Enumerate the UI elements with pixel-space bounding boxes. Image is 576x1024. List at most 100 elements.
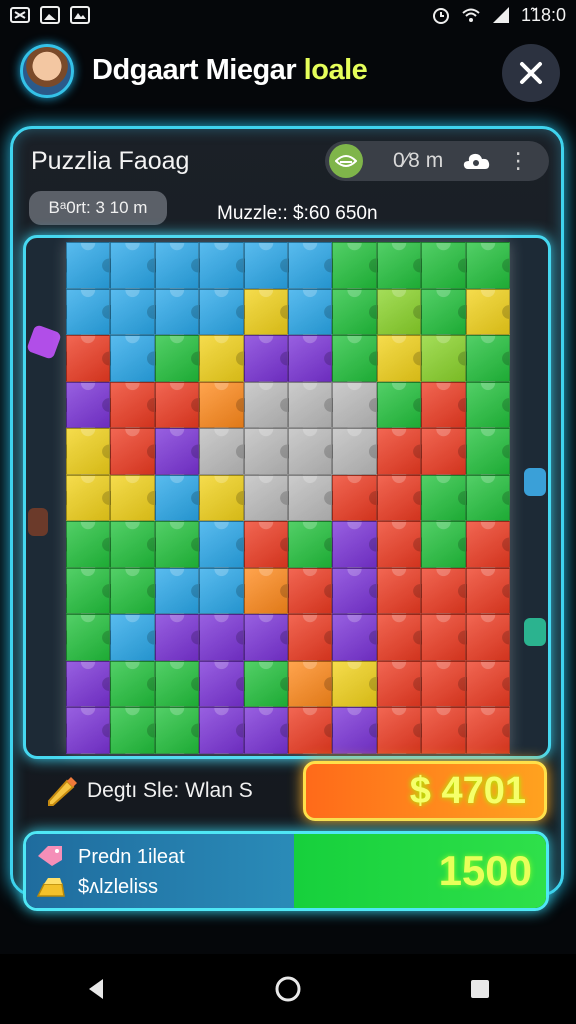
puzzle-tile[interactable] bbox=[154, 521, 200, 568]
puzzle-tile[interactable] bbox=[66, 614, 111, 661]
puzzle-tile[interactable] bbox=[154, 428, 200, 475]
puzzle-tile[interactable] bbox=[376, 567, 422, 615]
puzzle-tile[interactable] bbox=[332, 567, 377, 615]
user-avatar[interactable] bbox=[20, 44, 74, 98]
puzzle-tile[interactable] bbox=[465, 707, 510, 754]
puzzle-tile[interactable] bbox=[66, 707, 111, 754]
puzzle-tile[interactable] bbox=[66, 474, 111, 522]
puzzle-tile[interactable] bbox=[243, 707, 288, 754]
puzzle-tile[interactable] bbox=[154, 660, 200, 708]
puzzle-tile[interactable] bbox=[154, 335, 200, 382]
puzzle-tile[interactable] bbox=[421, 660, 466, 708]
puzzle-tile[interactable] bbox=[199, 614, 244, 661]
puzzle-tile[interactable] bbox=[110, 521, 155, 568]
puzzle-board[interactable] bbox=[66, 242, 510, 754]
puzzle-tile[interactable] bbox=[199, 335, 244, 382]
puzzle-tile[interactable] bbox=[288, 567, 333, 615]
puzzle-tile[interactable] bbox=[243, 288, 288, 336]
puzzle-tile[interactable] bbox=[154, 707, 200, 754]
back-button[interactable] bbox=[78, 971, 114, 1007]
puzzle-tile[interactable] bbox=[288, 707, 333, 754]
eye-button[interactable] bbox=[329, 144, 363, 178]
puzzle-tile[interactable] bbox=[376, 428, 422, 475]
puzzle-tile[interactable] bbox=[376, 335, 422, 382]
puzzle-tile[interactable] bbox=[110, 474, 155, 522]
puzzle-tile[interactable] bbox=[154, 242, 200, 289]
puzzle-tile[interactable] bbox=[376, 242, 422, 289]
puzzle-tile[interactable] bbox=[332, 707, 377, 754]
puzzle-tile[interactable] bbox=[110, 567, 155, 615]
puzzle-tile[interactable] bbox=[110, 335, 155, 382]
puzzle-tile[interactable] bbox=[110, 660, 155, 708]
puzzle-tile[interactable] bbox=[66, 288, 111, 336]
puzzle-tile[interactable] bbox=[199, 381, 244, 429]
puzzle-tile[interactable] bbox=[288, 242, 333, 289]
more-icon[interactable]: ⋮ bbox=[507, 150, 529, 172]
puzzle-tile[interactable] bbox=[332, 614, 377, 661]
puzzle-tile[interactable] bbox=[288, 428, 333, 475]
puzzle-tile[interactable] bbox=[288, 288, 333, 336]
promo-banner[interactable]: Predn 1ileat $ʌlzleliss 1500 bbox=[23, 831, 549, 911]
puzzle-tile[interactable] bbox=[376, 614, 422, 661]
puzzle-tile[interactable] bbox=[288, 660, 333, 708]
puzzle-tile[interactable] bbox=[243, 242, 288, 289]
puzzle-tile[interactable] bbox=[332, 335, 377, 382]
puzzle-tile[interactable] bbox=[199, 428, 244, 475]
puzzle-tile[interactable] bbox=[288, 614, 333, 661]
price-box[interactable]: $ 4701 bbox=[303, 761, 547, 821]
loose-piece[interactable] bbox=[524, 618, 546, 646]
puzzle-tile[interactable] bbox=[110, 428, 155, 475]
puzzle-tile[interactable] bbox=[421, 381, 466, 429]
puzzle-tile[interactable] bbox=[421, 567, 466, 615]
puzzle-tile[interactable] bbox=[332, 288, 377, 336]
puzzle-tile[interactable] bbox=[376, 521, 422, 568]
puzzle-tile[interactable] bbox=[376, 474, 422, 522]
close-button[interactable] bbox=[502, 44, 560, 102]
puzzle-tile[interactable] bbox=[465, 521, 510, 568]
puzzle-tile[interactable] bbox=[421, 288, 466, 336]
puzzle-tile[interactable] bbox=[154, 381, 200, 429]
puzzle-tile[interactable] bbox=[421, 521, 466, 568]
puzzle-tile[interactable] bbox=[288, 521, 333, 568]
puzzle-tile[interactable] bbox=[154, 474, 200, 522]
puzzle-tile[interactable] bbox=[154, 567, 200, 615]
loose-piece[interactable] bbox=[524, 468, 546, 496]
puzzle-tile[interactable] bbox=[465, 474, 510, 522]
puzzle-tile[interactable] bbox=[66, 381, 111, 429]
puzzle-tile[interactable] bbox=[154, 614, 200, 661]
loose-piece[interactable] bbox=[28, 508, 48, 536]
puzzle-tile[interactable] bbox=[332, 521, 377, 568]
puzzle-tile[interactable] bbox=[288, 381, 333, 429]
puzzle-tile[interactable] bbox=[465, 660, 510, 708]
puzzle-tile[interactable] bbox=[465, 242, 510, 289]
puzzle-tile[interactable] bbox=[421, 474, 466, 522]
puzzle-tile[interactable] bbox=[421, 707, 466, 754]
puzzle-tile[interactable] bbox=[465, 428, 510, 475]
puzzle-tile[interactable] bbox=[243, 381, 288, 429]
puzzle-tile[interactable] bbox=[332, 381, 377, 429]
puzzle-tile[interactable] bbox=[332, 242, 377, 289]
puzzle-tile[interactable] bbox=[199, 242, 244, 289]
puzzle-tile[interactable] bbox=[332, 474, 377, 522]
puzzle-tile[interactable] bbox=[199, 660, 244, 708]
puzzle-tile[interactable] bbox=[465, 614, 510, 661]
puzzle-tile[interactable] bbox=[199, 521, 244, 568]
puzzle-tile[interactable] bbox=[110, 614, 155, 661]
puzzle-tile[interactable] bbox=[110, 288, 155, 336]
puzzle-tile[interactable] bbox=[66, 428, 111, 475]
puzzle-tile[interactable] bbox=[465, 288, 510, 336]
puzzle-tile[interactable] bbox=[421, 428, 466, 475]
puzzle-tile[interactable] bbox=[243, 428, 288, 475]
puzzle-tile[interactable] bbox=[465, 335, 510, 382]
puzzle-tile[interactable] bbox=[243, 567, 288, 615]
loose-piece[interactable] bbox=[26, 324, 62, 360]
puzzle-tile[interactable] bbox=[199, 707, 244, 754]
puzzle-tile[interactable] bbox=[66, 335, 111, 382]
puzzle-tile[interactable] bbox=[243, 335, 288, 382]
puzzle-tile[interactable] bbox=[66, 242, 111, 289]
puzzle-tile[interactable] bbox=[421, 335, 466, 382]
puzzle-tile[interactable] bbox=[332, 428, 377, 475]
puzzle-tile[interactable] bbox=[110, 381, 155, 429]
puzzle-tile[interactable] bbox=[243, 474, 288, 522]
puzzle-tile[interactable] bbox=[66, 567, 111, 615]
